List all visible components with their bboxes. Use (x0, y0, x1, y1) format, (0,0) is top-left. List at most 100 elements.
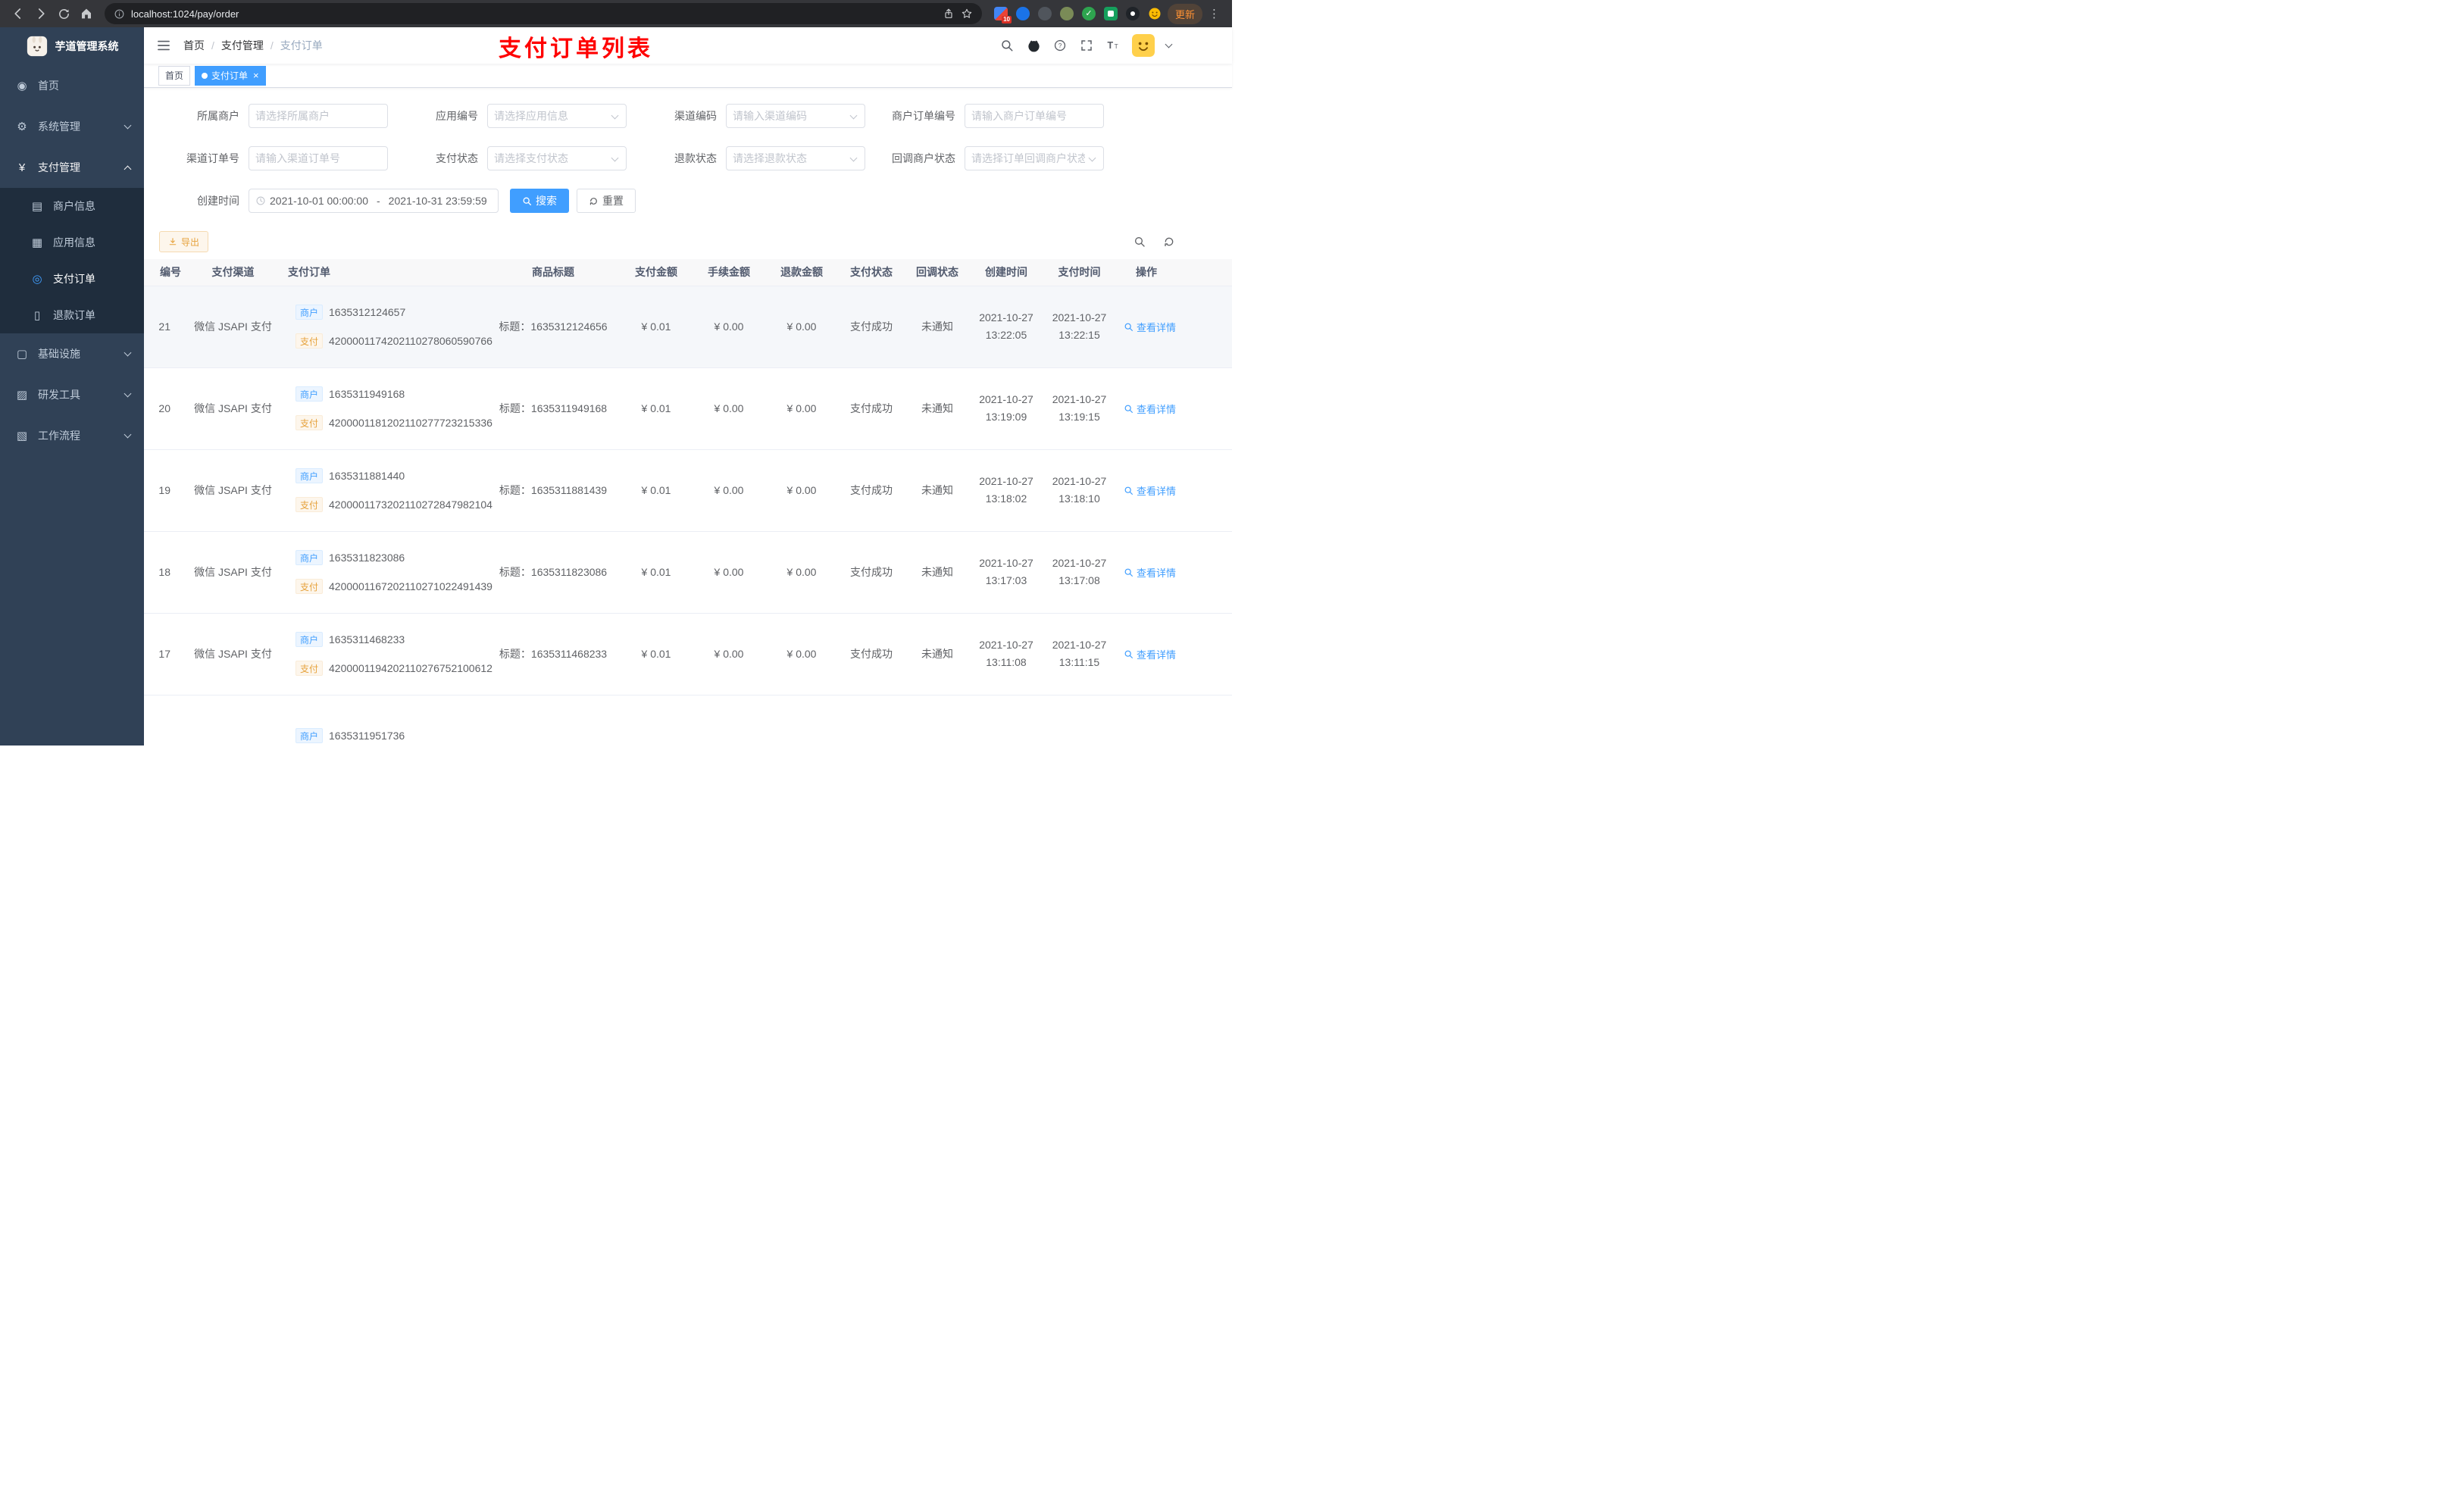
refresh-icon (1164, 237, 1173, 246)
channel-cell: 微信 JSAPI 支付 (186, 286, 280, 368)
owner-merchant-input[interactable] (255, 110, 381, 122)
refund-status-select[interactable] (726, 146, 865, 170)
refund-cell: ¥ 0.00 (765, 531, 838, 614)
sidebar-logo[interactable]: 芋道管理系统 (0, 27, 144, 65)
sidebar-item-dashboard[interactable]: ◉ 首页 (0, 65, 144, 106)
help-button[interactable]: ? (1052, 38, 1068, 53)
merchant-order-no-input[interactable] (971, 110, 1097, 122)
toggle-search-button[interactable] (1133, 236, 1146, 248)
user-avatar[interactable] (1132, 34, 1155, 57)
close-tab-icon[interactable]: × (253, 70, 259, 80)
extension-icon-dark[interactable] (1125, 7, 1140, 20)
col-header-title: 商品标题 (486, 259, 620, 286)
app-id-select[interactable] (487, 104, 627, 128)
sidebar-item-app-info[interactable]: ▦ 应用信息 (0, 224, 144, 261)
col-header-amount: 支付金额 (620, 259, 693, 286)
fullscreen-button[interactable] (1079, 38, 1094, 53)
pay-status-label: 支付状态 (436, 152, 478, 164)
view-detail-link[interactable]: 查看详情 (1124, 320, 1176, 334)
export-button[interactable]: 导出 (159, 231, 209, 252)
merchant-tag: 商户 (295, 550, 324, 565)
fee-cell: ¥ 0.00 (693, 613, 765, 695)
order-no-cell: 商户 1635311823086 支付 4200001167202110271022… (280, 531, 492, 614)
view-detail-link[interactable]: 查看详情 (1124, 483, 1176, 498)
pay-status-input[interactable] (494, 152, 620, 164)
search-button[interactable] (999, 38, 1015, 53)
magnifier-icon (1124, 486, 1133, 495)
sidebar-item-workflow[interactable]: ▧ 工作流程 (0, 415, 144, 456)
sidebar-item-devtools[interactable]: ▨ 研发工具 (0, 374, 144, 415)
browser-toolbar: localhost:1024/pay/order 10 ✓ 更新 ⋮ (0, 0, 1232, 27)
sidebar-item-merchant-info[interactable]: ▤ 商户信息 (0, 188, 144, 224)
sidebar-item-label: 首页 (38, 80, 59, 92)
extension-icon-olive[interactable] (1059, 7, 1074, 20)
channel-order-no-field[interactable] (249, 146, 388, 170)
browser-update-button[interactable]: 更新 (1167, 3, 1202, 24)
refund-cell: ¥ 0.00 (765, 449, 838, 532)
bookmark-star-icon[interactable] (961, 8, 973, 20)
reset-button[interactable]: 重置 (577, 189, 636, 213)
extension-icon-puzzle[interactable]: 10 (993, 7, 1012, 23)
status-cell: 支付成功 (838, 367, 905, 450)
sidebar-item-payment[interactable]: ¥ 支付管理 (0, 147, 144, 188)
sidebar-item-refund-order[interactable]: ▯ 退款订单 (0, 297, 144, 333)
tab-pay-order[interactable]: 支付订单 × (195, 65, 266, 86)
merchant-order-no-label: 商户订单编号 (892, 110, 955, 122)
notify-status-input[interactable] (971, 152, 1097, 164)
notify-status-select[interactable] (965, 146, 1104, 170)
merchant-order-no-field[interactable] (965, 104, 1104, 128)
actions-cell (1116, 695, 1232, 746)
app-id-input[interactable] (494, 110, 620, 122)
share-icon[interactable] (943, 8, 955, 20)
back-button[interactable] (8, 3, 29, 24)
date-range-end[interactable]: 2021-10-31 23:59:59 (389, 195, 487, 207)
actions-cell: 查看详情 (1116, 367, 1232, 450)
view-detail-link[interactable]: 查看详情 (1124, 647, 1176, 661)
channel-order-no-input[interactable] (255, 152, 381, 164)
refresh-table-button[interactable] (1162, 236, 1175, 248)
breadcrumb-pay-manage[interactable]: 支付管理 (221, 38, 264, 53)
extension-icon-gray[interactable] (1037, 7, 1052, 20)
breadcrumb-home[interactable]: 首页 (183, 38, 205, 53)
export-button-label: 导出 (181, 236, 200, 248)
view-detail-link[interactable]: 查看详情 (1124, 565, 1176, 580)
pay-status-select[interactable] (487, 146, 627, 170)
sidebar-item-infra[interactable]: ▢ 基础设施 (0, 333, 144, 374)
extension-icon-check[interactable]: ✓ (1081, 7, 1096, 20)
reload-button[interactable] (53, 3, 74, 24)
tab-home[interactable]: 首页 (158, 65, 191, 86)
fee-cell: ¥ 0.00 (693, 286, 765, 368)
col-header-refund: 退款金额 (765, 259, 838, 286)
avatar-dropdown-caret-icon[interactable] (1165, 40, 1173, 48)
home-button[interactable] (76, 3, 97, 24)
font-size-button[interactable]: TT (1105, 38, 1121, 53)
status-cell: 支付成功 (838, 449, 905, 532)
site-info-icon[interactable] (114, 8, 125, 20)
search-icon (1134, 237, 1145, 247)
github-button[interactable] (1026, 38, 1041, 53)
forward-button[interactable] (30, 3, 52, 24)
order-no-cell: 商户 1635311881440 支付 4200001173202110272847… (280, 449, 492, 532)
profile-avatar-icon[interactable] (1148, 7, 1162, 20)
notify-cell: 未通知 (905, 367, 970, 450)
sidebar-item-label: 支付管理 (38, 161, 80, 173)
create-time-range-picker[interactable]: 2021-10-01 00:00:00 - 2021-10-31 23:59:5… (249, 189, 499, 213)
channel-code-select[interactable] (726, 104, 865, 128)
channel-code-input[interactable] (733, 110, 858, 122)
order-id-cell (144, 695, 186, 746)
refund-cell (765, 695, 838, 746)
extension-icon-blue[interactable] (1015, 7, 1030, 20)
url-text[interactable]: localhost:1024/pay/order (131, 8, 937, 20)
sidebar-item-system[interactable]: ⚙ 系统管理 (0, 106, 144, 147)
extension-icon-chat[interactable] (1103, 7, 1118, 20)
search-button[interactable]: 搜索 (510, 189, 569, 213)
browser-menu-button[interactable]: ⋮ (1204, 7, 1224, 20)
page-content: 所属商户 应用编号 渠道编码 (144, 88, 1232, 746)
url-bar[interactable]: localhost:1024/pay/order (105, 3, 982, 24)
view-detail-link[interactable]: 查看详情 (1124, 402, 1176, 416)
collapse-sidebar-button[interactable] (156, 38, 171, 53)
refund-status-input[interactable] (733, 152, 858, 164)
date-range-start[interactable]: 2021-10-01 00:00:00 (270, 195, 368, 207)
sidebar-item-pay-order[interactable]: ◎ 支付订单 (0, 261, 144, 297)
owner-merchant-select[interactable] (249, 104, 388, 128)
